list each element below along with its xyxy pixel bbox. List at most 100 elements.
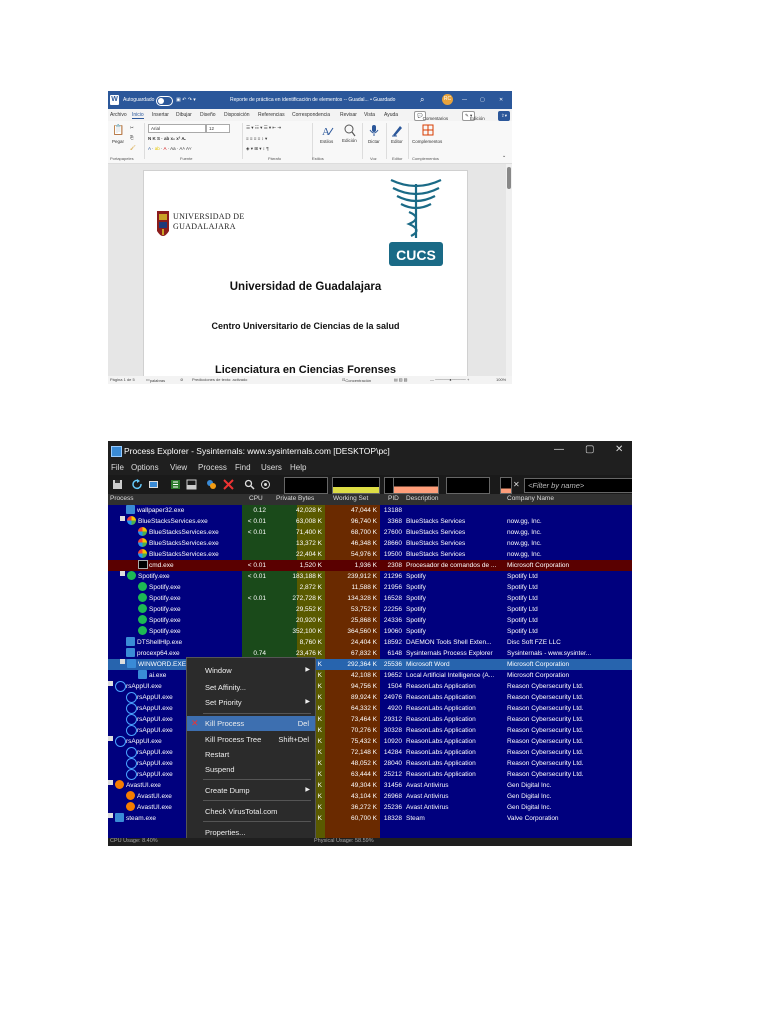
tab-correspondencia[interactable]: Correspondencia bbox=[292, 112, 330, 118]
microphone-icon[interactable] bbox=[368, 124, 380, 137]
context-menu-item[interactable]: Set Affinity... bbox=[187, 680, 315, 695]
page-count[interactable]: Página 1 de 5 bbox=[110, 377, 135, 382]
column-process[interactable]: Process bbox=[110, 495, 133, 502]
search-icon[interactable]: ⌕ bbox=[420, 91, 424, 109]
process-row[interactable]: Spotify.exe < 0.01 272,728 K 134,328 K 16528… bbox=[108, 593, 632, 604]
menu-file[interactable]: File bbox=[111, 463, 124, 472]
focus-mode[interactable]: ⊡ Concentración bbox=[342, 377, 371, 383]
menu-process[interactable]: Process bbox=[198, 463, 227, 472]
tab-disposicion[interactable]: Disposición bbox=[224, 112, 250, 118]
word-count[interactable]: ▭ palabras bbox=[146, 377, 165, 383]
tab-ayuda[interactable]: Ayuda bbox=[384, 112, 398, 118]
cpu-graph[interactable] bbox=[284, 477, 328, 494]
context-menu-item[interactable]: Create Dump ▶ bbox=[187, 783, 315, 798]
zoom-slider[interactable]: — ─────●───── + bbox=[430, 377, 469, 382]
disk-graph[interactable] bbox=[500, 477, 512, 494]
document-page[interactable]: Universidad de Guadalajara CUCS Universi… bbox=[143, 170, 468, 382]
menu-help[interactable]: Help bbox=[290, 463, 306, 472]
text-predictions[interactable]: Predicciones de texto: activado bbox=[192, 377, 247, 382]
kill-process-icon[interactable] bbox=[223, 479, 234, 490]
share-button[interactable]: ⇪▾ bbox=[498, 111, 511, 121]
dll-view-icon[interactable] bbox=[206, 479, 217, 490]
column-pid[interactable]: PID bbox=[388, 495, 399, 502]
zoom-level[interactable]: 100% bbox=[496, 377, 506, 382]
tree-expand-icon[interactable] bbox=[120, 571, 125, 576]
view-mode-icons[interactable]: ▤ ▥ ▧ bbox=[394, 377, 408, 382]
column-working-set[interactable]: Working Set bbox=[333, 495, 368, 502]
tree-expand-icon[interactable] bbox=[120, 516, 125, 521]
find-handle-icon[interactable] bbox=[244, 479, 255, 490]
font-name-select[interactable]: Arial bbox=[148, 124, 206, 133]
styles-icon[interactable]: A bbox=[322, 124, 334, 137]
tab-diseno[interactable]: Diseño bbox=[200, 112, 216, 118]
process-row[interactable]: Spotify.exe 352,100 K 364,560 K 19060 Spotif… bbox=[108, 626, 632, 637]
find-icon[interactable] bbox=[344, 124, 356, 137]
cut-icon[interactable]: ✂ bbox=[130, 125, 134, 131]
context-menu-item[interactable]: ✕ Kill Process Del bbox=[187, 716, 315, 731]
format-row-icon[interactable]: N K S · ab x₂ x² A̶ bbox=[148, 136, 185, 141]
copy-icon[interactable]: ⎘ bbox=[130, 135, 134, 140]
menu-options[interactable]: Options bbox=[131, 463, 159, 472]
column-company-name[interactable]: Company Name bbox=[507, 495, 554, 502]
commit-graph[interactable] bbox=[332, 477, 380, 494]
tree-expand-icon[interactable] bbox=[108, 780, 113, 785]
process-row[interactable]: DTShellHlp.exe 8,760 K 24,404 K 18592 DAEMON… bbox=[108, 637, 632, 648]
system-info-icon[interactable] bbox=[148, 479, 159, 490]
vertical-scrollbar[interactable] bbox=[506, 164, 512, 377]
physical-memory-graph[interactable] bbox=[393, 477, 439, 494]
context-menu-item[interactable]: Window ▶ bbox=[187, 663, 315, 678]
ribbon-collapse-icon[interactable]: ⌄ bbox=[502, 153, 506, 159]
minimize-icon[interactable]: — bbox=[462, 91, 467, 109]
process-row[interactable]: cmd.exe < 0.01 1,520 K 1,936 K 2308 Procesado… bbox=[108, 560, 632, 571]
network-graph[interactable] bbox=[446, 477, 490, 494]
maximize-icon[interactable]: ▢ bbox=[585, 444, 594, 455]
process-row[interactable]: Spotify.exe 29,552 K 53,752 K 22256 Spotify S… bbox=[108, 604, 632, 615]
editor-icon[interactable] bbox=[391, 124, 403, 137]
addins-icon[interactable] bbox=[422, 124, 434, 137]
tab-insertar[interactable]: Insertar bbox=[152, 112, 169, 118]
context-menu-item[interactable]: Set Priority ▶ bbox=[187, 695, 315, 710]
tree-expand-icon[interactable] bbox=[108, 813, 113, 818]
column-cpu[interactable]: CPU bbox=[249, 495, 263, 502]
comments-button[interactable]: 💬 Comentarios bbox=[414, 111, 448, 121]
process-tree-icon[interactable] bbox=[170, 479, 181, 490]
tab-revisar[interactable]: Revisar bbox=[340, 112, 357, 118]
tab-vista[interactable]: Vista bbox=[364, 112, 375, 118]
process-row[interactable]: BlueStacksServices.exe 22,404 K 54,976 K 19… bbox=[108, 549, 632, 560]
tree-expand-icon[interactable] bbox=[120, 659, 125, 664]
color-row-icon[interactable]: A · ab · A · Aa · A˄ A˅ bbox=[148, 146, 192, 151]
context-menu-item[interactable]: Kill Process Tree Shift+Del bbox=[187, 732, 315, 747]
menu-users[interactable]: Users bbox=[261, 463, 282, 472]
list-icons[interactable]: ☰ ▾ ☷ ▾ ☰ ▾ ⇤ ⇥ bbox=[246, 125, 281, 131]
tree-expand-icon[interactable] bbox=[108, 681, 113, 686]
filter-by-name-input[interactable]: <Filter by name> bbox=[524, 478, 632, 493]
shading-icons[interactable]: ◈ ▾ ⊞ ▾ ↕ ¶ bbox=[246, 146, 269, 152]
tab-inicio[interactable]: Inicio bbox=[132, 112, 144, 119]
save-icon[interactable]: ▣ ↶ ↷ ▾ bbox=[176, 91, 196, 109]
avatar[interactable]: RC bbox=[442, 94, 453, 105]
format-painter-icon[interactable]: 🖌 bbox=[130, 145, 136, 151]
column-description[interactable]: Description bbox=[406, 495, 439, 502]
font-size-select[interactable]: 12 bbox=[206, 124, 230, 133]
process-row[interactable]: BlueStacksServices.exe 13,372 K 46,348 K 28… bbox=[108, 538, 632, 549]
save-icon[interactable] bbox=[112, 479, 123, 490]
process-row[interactable]: Spotify.exe 20,920 K 25,868 K 24336 Spotify S… bbox=[108, 615, 632, 626]
process-row[interactable]: Spotify.exe < 0.01 183,188 K 239,912 K 21296… bbox=[108, 571, 632, 582]
autosave-toggle[interactable] bbox=[156, 96, 173, 106]
context-menu-item[interactable]: Check VirusTotal.com bbox=[187, 804, 315, 819]
paste-icon[interactable]: 📋 bbox=[112, 125, 124, 136]
align-icons[interactable]: ≡ ≡ ≡ ≡ ↕ ▾ bbox=[246, 136, 267, 142]
menu-find[interactable]: Find bbox=[235, 463, 251, 472]
tab-referencias[interactable]: Referencias bbox=[258, 112, 285, 118]
refresh-icon[interactable] bbox=[132, 479, 143, 490]
context-menu-item[interactable]: Suspend bbox=[187, 762, 315, 777]
lower-pane-icon[interactable] bbox=[186, 479, 197, 490]
scrollbar-thumb[interactable] bbox=[507, 167, 511, 189]
tab-archivo[interactable]: Archivo bbox=[110, 112, 127, 118]
filter-clear-icon[interactable]: ✕ bbox=[513, 480, 520, 489]
process-row[interactable]: BlueStacksServices.exe < 0.01 63,008 K 96,7… bbox=[108, 516, 632, 527]
target-window-icon[interactable] bbox=[260, 479, 271, 490]
context-menu-item[interactable]: Restart bbox=[187, 747, 315, 762]
process-row[interactable]: wallpaper32.exe 0.12 42,028 K 47,044 K 13188 bbox=[108, 505, 632, 516]
close-icon[interactable]: ✕ bbox=[615, 444, 623, 455]
